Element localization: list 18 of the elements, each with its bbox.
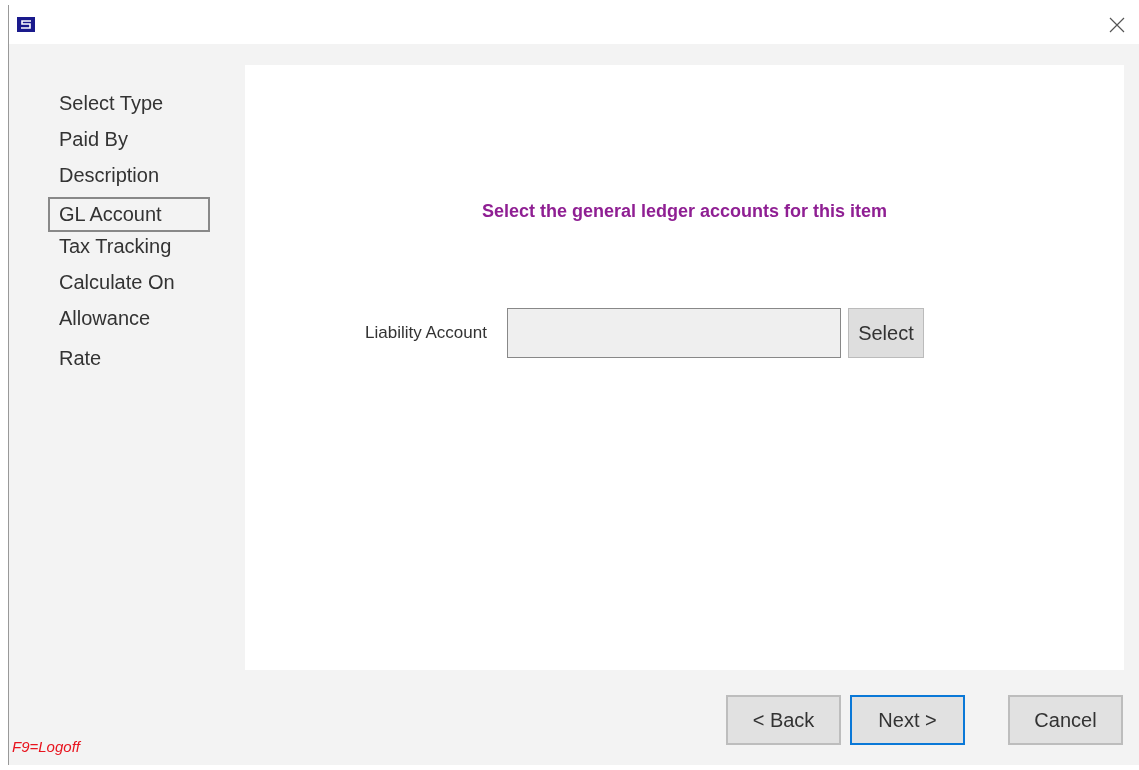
wizard-step[interactable]: Rate <box>48 344 210 384</box>
wizard-button[interactable]: Next > <box>850 695 965 745</box>
wizard-step[interactable]: Description <box>48 161 210 197</box>
wizard-step[interactable]: Allowance <box>48 304 210 344</box>
wizard-button[interactable]: Cancel <box>1008 695 1123 745</box>
shortcut-hint: F9=Logoff <box>12 738 80 755</box>
wizard-button[interactable]: < Back <box>726 695 841 745</box>
select-button[interactable]: Select <box>847 308 924 358</box>
close-icon[interactable] <box>1109 16 1125 33</box>
wizard-step[interactable]: Tax Tracking <box>48 232 210 268</box>
step-heading: Select the general ledger accounts for this item <box>481 201 888 222</box>
field-label: Liability Account <box>365 323 487 343</box>
account-field[interactable] <box>506 308 841 358</box>
app-icon <box>17 17 35 32</box>
wizard-step[interactable]: Paid By <box>48 125 210 161</box>
wizard-step[interactable]: GL Account <box>48 197 210 232</box>
wizard-step[interactable]: Select Type <box>48 89 210 125</box>
wizard-step[interactable]: Calculate On <box>48 268 210 304</box>
